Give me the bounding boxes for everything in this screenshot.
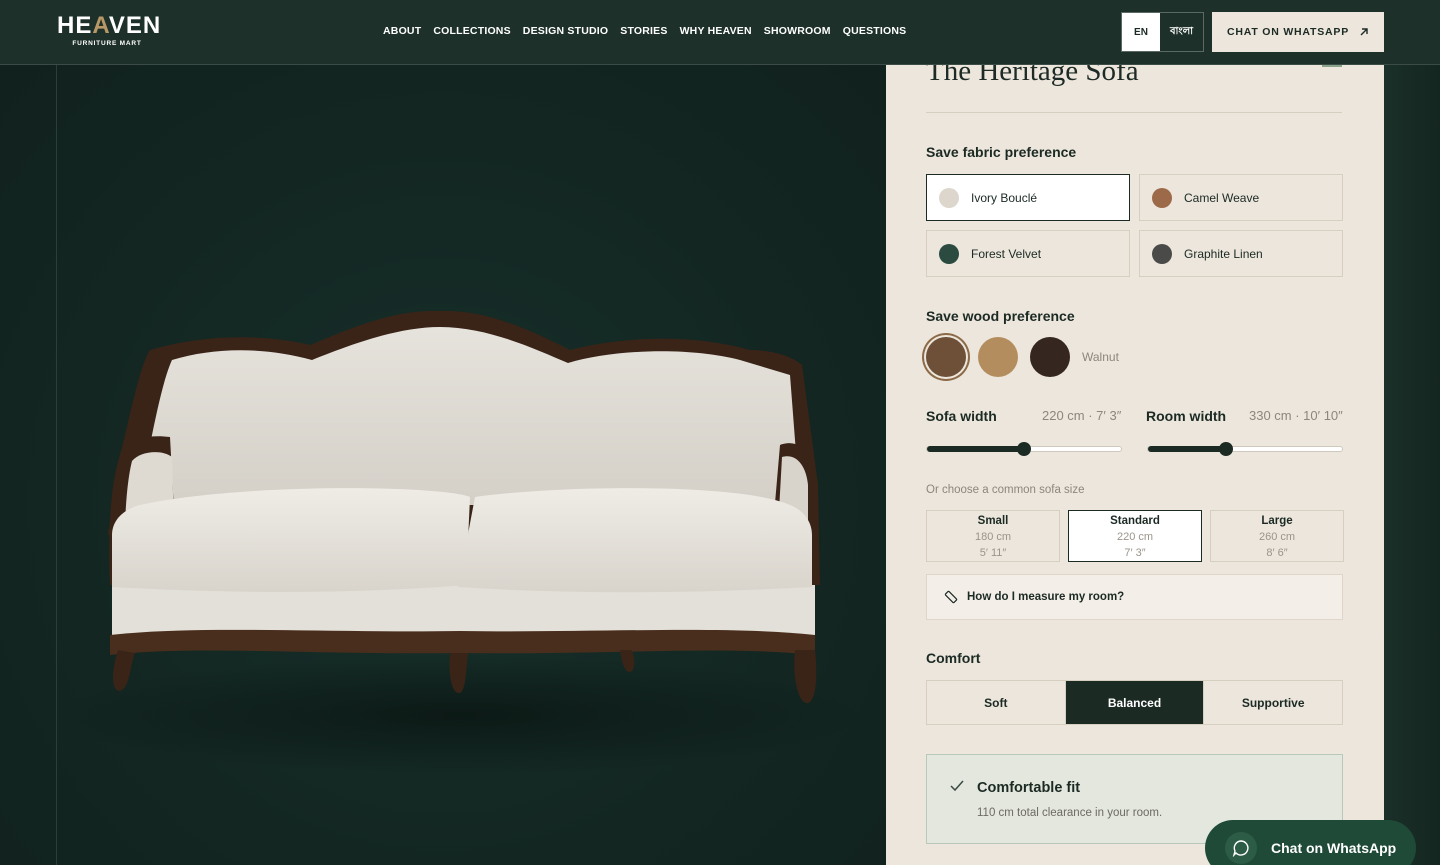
size-name: Small — [977, 515, 1009, 527]
size-name: Standard — [1110, 515, 1160, 527]
page-margin-right — [1384, 65, 1440, 865]
nav-why-heaven[interactable]: WHY HEAVEN — [680, 25, 752, 37]
wood-selected-name: Walnut — [1082, 350, 1119, 364]
size-cm: 180 cm — [974, 531, 1012, 543]
wood-swatch-ebony[interactable] — [1030, 337, 1070, 377]
language-switcher: EN বাংলা — [1121, 12, 1204, 52]
wood-swatch-oak[interactable] — [978, 337, 1018, 377]
logo-subtitle: FURNITURE MART — [72, 40, 142, 47]
sofa-width-fill — [927, 446, 1024, 452]
chat-bubble-icon — [1225, 832, 1257, 864]
product-title: The Heritage Sofa — [926, 65, 1139, 87]
sofa-width-value: 220 cm · 7′ 3″ — [1042, 408, 1122, 423]
fabric-option-forest-velvet[interactable]: Forest Velvet — [926, 230, 1130, 277]
lang-en-button[interactable]: EN — [1122, 13, 1160, 51]
fit-description: 110 cm total clearance in your room. — [977, 807, 1163, 819]
fabric-label: Forest Velvet — [971, 246, 1042, 261]
lang-bn-button[interactable]: বাংলা — [1160, 13, 1203, 51]
nav-design-studio[interactable]: DESIGN STUDIO — [523, 25, 608, 37]
room-width-value: 330 cm · 10′ 10″ — [1249, 408, 1343, 423]
sofa-width-handle[interactable] — [1017, 442, 1031, 456]
logo[interactable]: HEAVEN FURNITURE MART — [57, 12, 162, 48]
wood-heading: Save wood preference — [926, 308, 1075, 324]
ruler-icon — [944, 590, 958, 604]
fabric-option-camel-weave[interactable]: Camel Weave — [1139, 174, 1343, 221]
room-width-label: Room width — [1146, 408, 1227, 424]
size-option-large[interactable]: Large 260 cm 8′ 6″ — [1210, 510, 1344, 562]
fabric-label: Graphite Linen — [1184, 246, 1263, 261]
size-ft: 8′ 6″ — [1266, 547, 1288, 559]
size-name: Large — [1261, 515, 1293, 527]
fabric-option-graphite-linen[interactable]: Graphite Linen — [1139, 230, 1343, 277]
comfort-option-supportive[interactable]: Supportive — [1204, 681, 1342, 724]
room-width-handle[interactable] — [1218, 442, 1233, 456]
size-ft: 5′ 11″ — [979, 547, 1007, 559]
measure-room-label: How do I measure my room? — [967, 591, 1125, 603]
nav-questions[interactable]: QUESTIONS — [843, 25, 907, 37]
size-cm: 220 cm — [1116, 531, 1154, 543]
fit-title: Comfortable fit — [977, 780, 1081, 796]
fabric-label: Ivory Bouclé — [971, 190, 1038, 205]
whatsapp-chat-float-button[interactable]: Chat on WhatsApp — [1205, 820, 1416, 865]
fabric-option-ivory-boucle[interactable]: Ivory Bouclé — [926, 174, 1130, 221]
nav-about[interactable]: ABOUT — [383, 25, 421, 37]
comfort-heading: Comfort — [926, 650, 981, 666]
fabric-heading: Save fabric preference — [926, 144, 1077, 160]
comfort-option-balanced[interactable]: Balanced — [1065, 681, 1205, 724]
size-ft: 7′ 3″ — [1124, 547, 1146, 559]
nav-stories[interactable]: STORIES — [620, 25, 667, 37]
logo-wordmark: HEAVEN — [57, 12, 162, 39]
main-nav: ABOUT COLLECTIONS DESIGN STUDIO STORIES … — [383, 25, 906, 37]
title-decoration — [1322, 65, 1342, 67]
room-width-fill — [1148, 446, 1226, 452]
room-width-slider[interactable] — [1147, 442, 1343, 456]
size-cm: 260 cm — [1258, 531, 1296, 543]
size-hint: Or choose a common sofa size — [926, 484, 1085, 496]
comfort-option-soft[interactable]: Soft — [927, 681, 1066, 724]
nav-collections[interactable]: COLLECTIONS — [433, 25, 510, 37]
fabric-swatch — [939, 187, 959, 208]
fabric-swatch — [1152, 187, 1172, 208]
check-icon — [950, 780, 964, 792]
whatsapp-header-label: CHAT ON WHATSAPP — [1226, 26, 1350, 38]
sofa-model — [60, 310, 860, 775]
size-option-standard[interactable]: Standard 220 cm 7′ 3″ — [1068, 510, 1202, 562]
wood-swatch-walnut[interactable] — [926, 337, 966, 377]
fabric-swatch — [1152, 243, 1172, 264]
arrow-up-right-icon — [1360, 28, 1368, 36]
fabric-label: Camel Weave — [1184, 190, 1260, 205]
sofa-width-slider[interactable] — [926, 442, 1122, 456]
sofa-width-label: Sofa width — [926, 408, 997, 424]
nav-showroom[interactable]: SHOWROOM — [764, 25, 831, 37]
whatsapp-header-button[interactable]: CHAT ON WHATSAPP — [1212, 12, 1384, 52]
product-3d-viewer[interactable] — [0, 65, 886, 865]
site-header: HEAVEN FURNITURE MART ABOUT COLLECTIONS … — [0, 0, 1440, 65]
comfort-selector: Soft Balanced Supportive — [926, 680, 1343, 725]
title-divider — [926, 112, 1342, 113]
measure-room-button[interactable]: How do I measure my room? — [926, 574, 1343, 620]
whatsapp-chat-label: Chat on WhatsApp — [1271, 840, 1397, 856]
configurator-panel: The Heritage Sofa Save fabric preference… — [886, 65, 1384, 865]
size-option-small[interactable]: Small 180 cm 5′ 11″ — [926, 510, 1060, 562]
fabric-swatch — [939, 243, 959, 264]
